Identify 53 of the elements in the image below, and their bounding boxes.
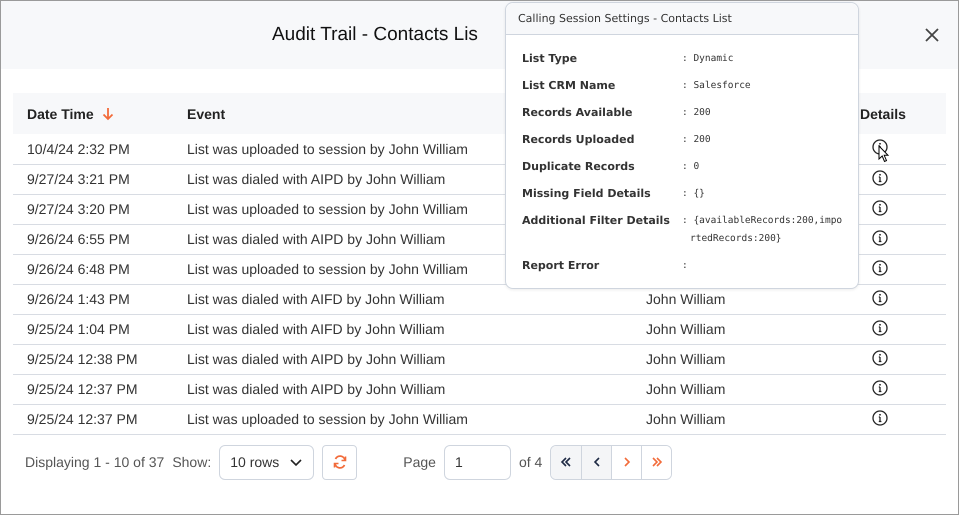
table-cell: 9/25/24 12:38 PM: [13, 344, 173, 374]
refresh-icon: [332, 455, 347, 469]
popover-title: Calling Session Settings - Contacts List: [518, 12, 732, 25]
table-cell: John William: [632, 314, 846, 344]
field-label: Report Error: [522, 258, 600, 274]
table-cell: 9/25/24 12:37 PM: [13, 374, 173, 404]
field-label: Records Available: [522, 105, 634, 121]
table-cell: 10/4/24 2:32 PM: [13, 134, 173, 164]
dialog-title: Audit Trail - Contacts Lis: [272, 24, 479, 46]
table-cell: List was dialed with AIPD by John William: [173, 344, 632, 374]
rows-select[interactable]: 10 rows: [219, 444, 314, 480]
table-cell: List was uploaded to session by John William: [173, 404, 632, 434]
table-cell: 9/25/24 1:04 PM: [13, 314, 173, 344]
field-value: : {}: [681, 187, 706, 201]
sort-arrow-icon: [102, 106, 114, 120]
field-value: : Salesforce: [681, 79, 752, 93]
table-cell: 9/26/24 6:48 PM: [13, 254, 173, 284]
field-value: :: [681, 259, 689, 273]
column-header[interactable]: Date Time: [13, 93, 173, 134]
field-label: List CRM Name: [522, 78, 616, 94]
table-cell: List was dialed with AIPD by John William: [173, 374, 632, 404]
displaying-text: Displaying 1 - 10 of 37: [25, 454, 164, 470]
info-icon[interactable]: [872, 410, 888, 426]
table-cell: John William: [632, 404, 846, 434]
cursor-icon: [878, 145, 890, 164]
refresh-button[interactable]: [322, 444, 358, 480]
table-cell: 9/25/24 12:37 PM: [13, 404, 173, 434]
last-page-button[interactable]: [641, 446, 672, 478]
info-icon[interactable]: [872, 260, 888, 276]
table-cell: John William: [632, 374, 846, 404]
page-input[interactable]: 1: [444, 444, 511, 480]
field-value: : {availableRecords:200,importedRecords:200}: [681, 214, 844, 246]
table-cell: 9/27/24 3:20 PM: [13, 194, 173, 224]
table-cell: 9/27/24 3:21 PM: [13, 164, 173, 194]
info-icon[interactable]: [872, 380, 888, 396]
field-value: : 200: [681, 106, 712, 120]
field-value: : Dynamic: [681, 52, 734, 66]
page-count: of 4: [518, 454, 542, 470]
field-value: : 0: [681, 160, 700, 174]
info-icon[interactable]: [872, 290, 888, 306]
info-icon[interactable]: [872, 320, 888, 336]
info-icon[interactable]: [872, 230, 888, 246]
info-icon[interactable]: [872, 350, 888, 366]
table-cell: List was dialed with AIFD by John William: [173, 314, 632, 344]
info-icon[interactable]: [872, 170, 888, 186]
page-label: Page: [403, 454, 436, 470]
field-label: List Type: [522, 51, 578, 67]
table-cell: John William: [632, 344, 846, 374]
show-label: Show:: [172, 454, 212, 470]
field-value: : 200: [681, 133, 712, 147]
info-icon[interactable]: [872, 200, 888, 216]
table-cell: 9/26/24 6:55 PM: [13, 224, 173, 254]
table-cell: 9/26/24 1:43 PM: [13, 284, 173, 314]
